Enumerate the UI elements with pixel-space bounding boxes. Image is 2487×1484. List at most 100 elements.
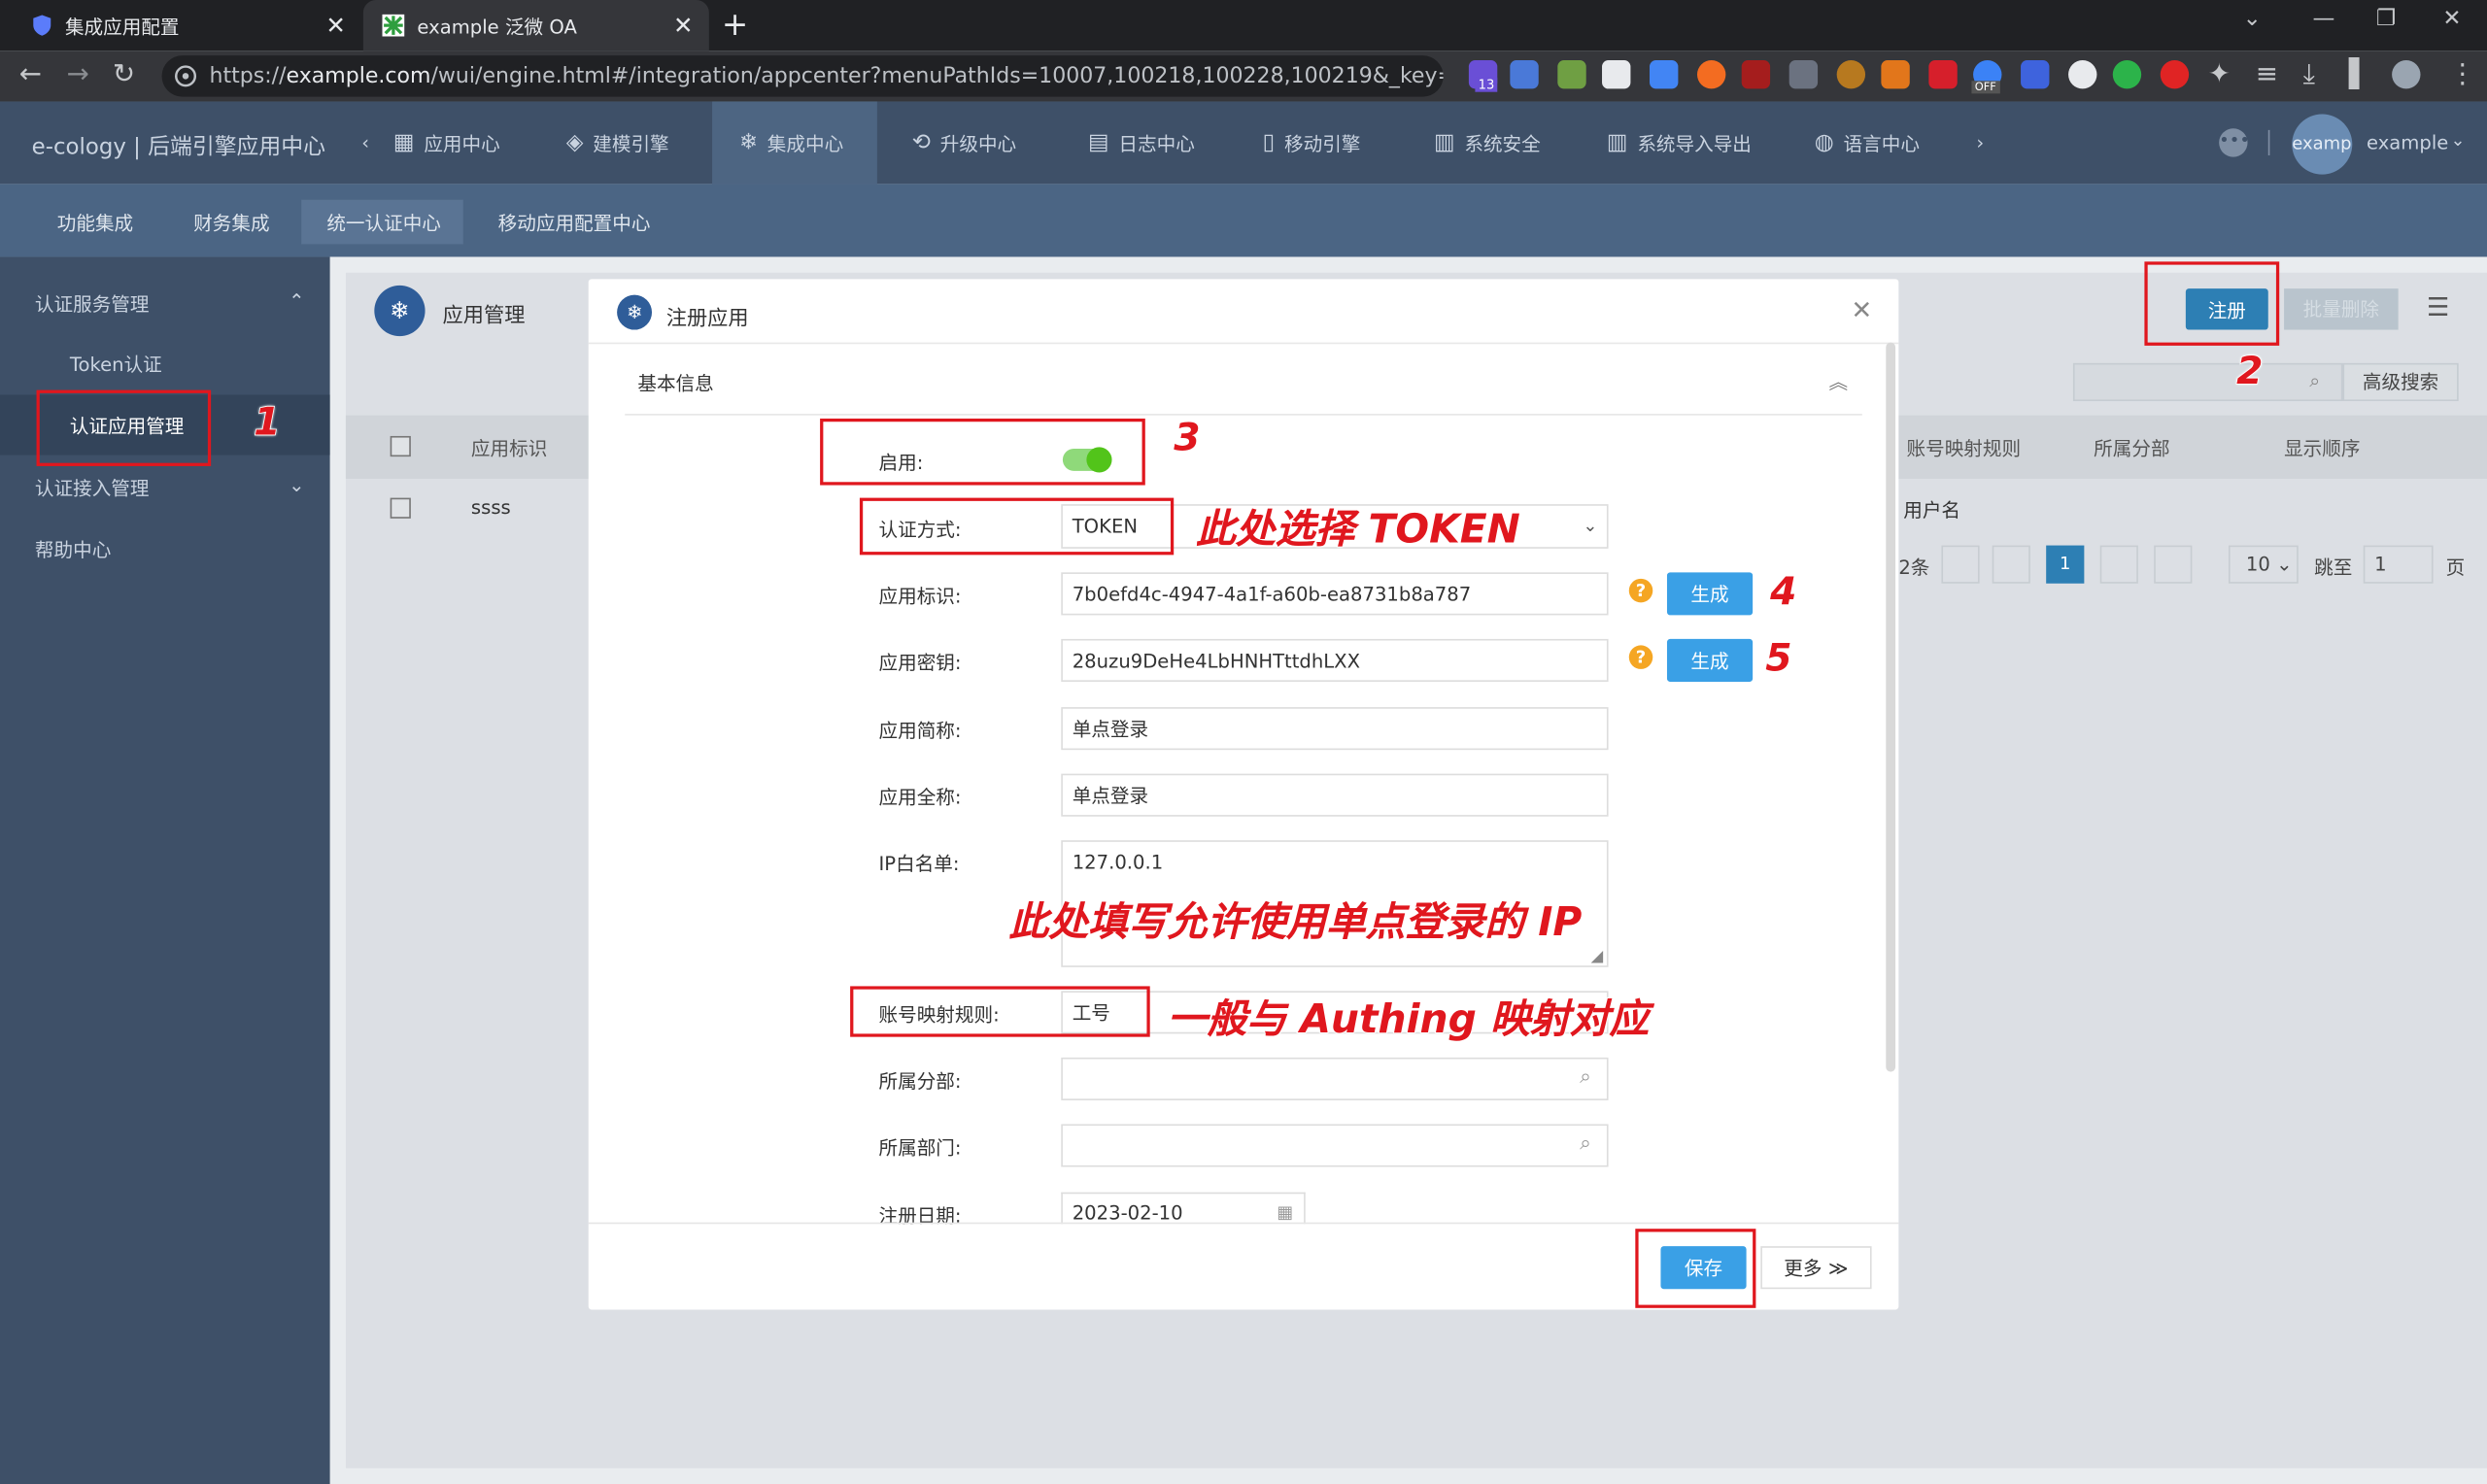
sidepanel-icon[interactable]: ▌ <box>2349 58 2369 90</box>
extension-icon[interactable] <box>1602 60 1631 89</box>
new-tab-icon[interactable]: + <box>722 5 748 43</box>
list-menu-icon[interactable]: ☰ <box>2427 291 2449 321</box>
calendar-icon[interactable]: ▦ <box>1277 1201 1293 1222</box>
phone-icon: ▯ <box>1262 129 1276 155</box>
reading-list-icon[interactable]: ≡ <box>2256 58 2278 90</box>
generate-secret-button[interactable]: 生成 <box>1666 638 1754 682</box>
search-input[interactable] <box>2072 362 2343 402</box>
subnav-mobile-config[interactable]: 移动应用配置中心 <box>473 200 676 245</box>
extension-icon[interactable] <box>2112 60 2142 89</box>
subcompany-input[interactable] <box>1061 1057 1609 1100</box>
page-button[interactable]: 1 <box>2046 545 2085 584</box>
annotation-mapping-note: 一般与 Authing 映射对应 <box>1167 995 1650 1042</box>
modal-title: 注册应用 <box>665 307 749 332</box>
last-page-button[interactable] <box>2154 545 2193 584</box>
nav-item-modeling[interactable]: ◈ 建模引擎 <box>566 101 709 184</box>
search-icon[interactable]: ⌕ <box>1580 1132 1591 1156</box>
minimize-icon[interactable]: — <box>2312 7 2334 32</box>
puzzle-icon[interactable]: ✦ <box>2208 58 2231 90</box>
browser-tab-1[interactable]: 集成应用配置 ✕ <box>13 0 361 51</box>
first-page-button[interactable] <box>1941 545 1980 584</box>
close-icon[interactable]: ✕ <box>1851 295 1872 325</box>
nav-next-icon[interactable]: › <box>1976 101 1984 184</box>
page-size-select[interactable]: 10 ⌄ <box>2228 545 2299 584</box>
generate-id-button[interactable]: 生成 <box>1666 572 1754 616</box>
chevron-down-icon[interactable]: ⌄ <box>289 474 304 496</box>
browser-tab-2[interactable]: example 泛微 OA ✕ <box>362 0 709 51</box>
close-window-icon[interactable]: ✕ <box>2442 7 2461 32</box>
select-all-checkbox[interactable] <box>390 435 411 457</box>
section-title: 基本信息 <box>637 372 714 395</box>
modal-scrollbar[interactable] <box>1886 342 1896 1072</box>
extension-icon[interactable] <box>2160 60 2190 89</box>
field-label: 应用标识: <box>878 585 962 608</box>
nav-item-security[interactable]: ▥ 系统安全 <box>1434 101 1577 184</box>
avatar[interactable]: exampl <box>2292 114 2353 175</box>
chevron-down-icon[interactable]: ⌄ <box>1583 516 1597 536</box>
close-tab-icon[interactable]: ✕ <box>325 11 346 39</box>
sidebar-group-auth-access[interactable]: 认证接入管理 <box>35 474 150 501</box>
jump-page-input[interactable]: 1 <box>2363 545 2434 584</box>
nav-item-integration[interactable]: ❄ 集成中心 <box>712 101 877 185</box>
nav-prev-icon[interactable]: ‹ <box>361 101 369 184</box>
extension-icon[interactable] <box>1928 60 1958 89</box>
site-info-icon[interactable] <box>175 65 197 87</box>
chevron-down-icon[interactable]: ⌄ <box>2451 130 2466 151</box>
full-name-input[interactable]: 单点登录 <box>1061 773 1609 817</box>
prev-page-button[interactable] <box>1992 545 2030 584</box>
ublock-icon[interactable] <box>1741 60 1771 89</box>
nav-item-import-export[interactable]: ▥ 系统导入导出 <box>1607 101 1782 184</box>
metamask-icon[interactable] <box>1881 60 1910 89</box>
forward-icon[interactable]: → <box>67 58 89 90</box>
resize-handle-icon[interactable]: ◢ <box>1591 948 1604 965</box>
row-checkbox[interactable] <box>390 497 411 519</box>
sidebar-help[interactable]: 帮助中心 <box>35 536 111 563</box>
department-input[interactable] <box>1061 1124 1609 1167</box>
more-button[interactable]: 更多 ≫ <box>1760 1246 1872 1290</box>
translate-icon[interactable] <box>1650 60 1679 89</box>
subnav-function-integration[interactable]: 功能集成 <box>32 200 159 245</box>
next-page-button[interactable] <box>2099 545 2138 584</box>
field-label: 应用密钥: <box>878 651 962 674</box>
back-icon[interactable]: ← <box>19 58 42 90</box>
restore-icon[interactable]: ❐ <box>2376 7 2397 32</box>
more-icon[interactable]: ••• <box>2219 128 2250 157</box>
kebab-menu-icon[interactable]: ⋮ <box>2449 58 2476 90</box>
search-icon[interactable]: ⌕ <box>1580 1065 1591 1089</box>
search-icon[interactable]: ⌕ <box>2309 369 2320 392</box>
reg-date-input[interactable]: 2023-02-10 <box>1061 1192 1306 1225</box>
user-name[interactable]: example <box>2367 131 2448 153</box>
sidebar-item-token[interactable]: Token认证 <box>70 351 162 378</box>
app-id-input[interactable]: 7b0efd4c-4947-4a1f-a60b-ea8731b8a787 <box>1061 572 1609 616</box>
extension-icon[interactable] <box>1510 60 1539 89</box>
sidebar-group-auth-service[interactable]: 认证服务管理 <box>35 290 150 318</box>
subnav-finance-integration[interactable]: 财务集成 <box>168 200 295 245</box>
extension-icon[interactable] <box>1557 60 1586 89</box>
reload-icon[interactable]: ↻ <box>113 58 135 90</box>
profile-avatar[interactable] <box>2392 60 2421 89</box>
collapse-icon[interactable]: ︽ <box>1829 368 1849 395</box>
nav-item-upgrade[interactable]: ⟲ 升级中心 <box>912 101 1055 184</box>
download-icon[interactable]: ⤓ <box>2303 58 2315 90</box>
nav-item-mobile[interactable]: ▯ 移动引擎 <box>1263 101 1406 184</box>
nav-item-language[interactable]: ◍ 语言中心 <box>1815 101 1958 184</box>
close-tab-icon[interactable]: ✕ <box>673 11 694 39</box>
tab-search-icon[interactable]: ⌄ <box>2243 7 2262 32</box>
address-bar[interactable]: https://example.com/wui/engine.html#/int… <box>161 55 1444 97</box>
extension-icon[interactable] <box>1789 60 1819 89</box>
nav-item-app-center[interactable]: ▦ 应用中心 <box>393 101 536 184</box>
subnav-unified-auth[interactable]: 统一认证中心 <box>301 199 463 245</box>
extension-icon[interactable] <box>2068 60 2097 89</box>
divider <box>2267 129 2270 155</box>
app-secret-input[interactable]: 28uzu9DeHe4LbHNHTttdhLXX <box>1061 638 1609 682</box>
chevron-up-icon[interactable]: ⌃ <box>289 290 304 313</box>
cookie-icon[interactable] <box>1836 60 1866 89</box>
shield-icon[interactable] <box>2021 60 2050 89</box>
short-name-input[interactable]: 单点登录 <box>1061 707 1609 751</box>
nav-item-log[interactable]: ▤ 日志中心 <box>1088 101 1231 184</box>
advanced-search-button[interactable]: 高级搜索 <box>2342 362 2459 402</box>
help-icon[interactable]: ? <box>1628 645 1653 669</box>
extension-icon[interactable] <box>1696 60 1726 89</box>
batch-delete-button[interactable]: 批量删除 <box>2284 288 2399 330</box>
help-icon[interactable]: ? <box>1628 578 1653 603</box>
